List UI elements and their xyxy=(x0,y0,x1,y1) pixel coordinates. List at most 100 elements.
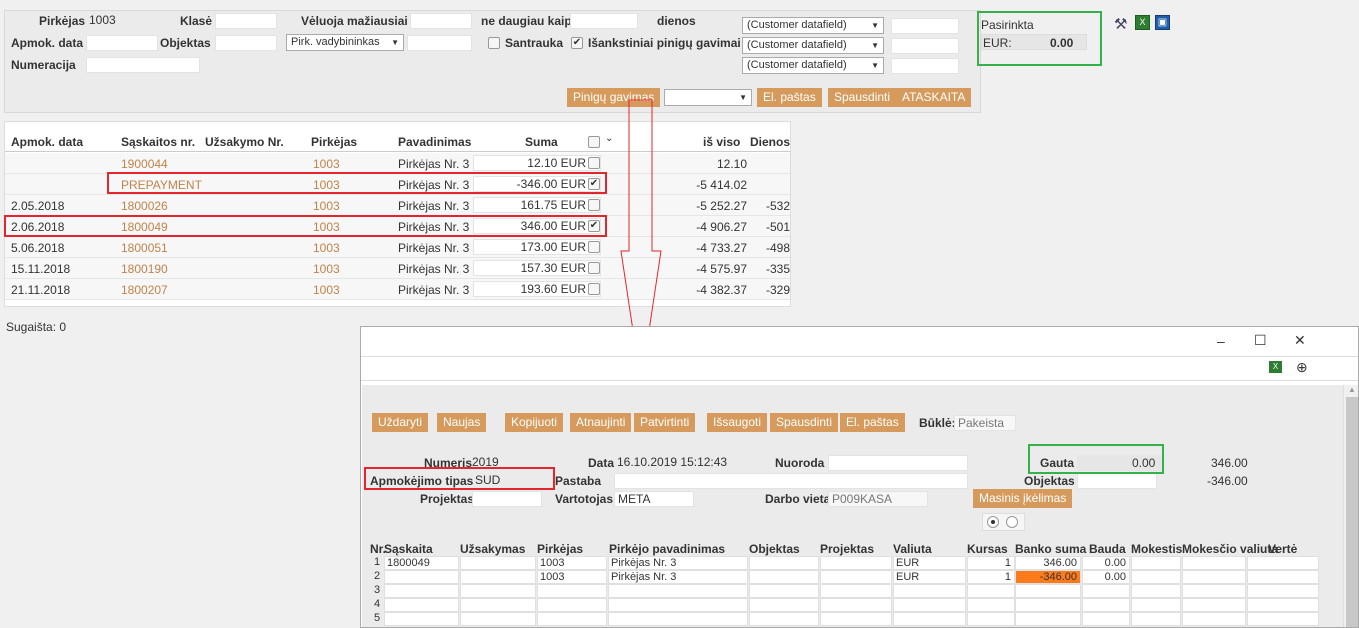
cell-saskaita[interactable] xyxy=(384,570,459,584)
patvirtinti-button[interactable]: Patvirtinti xyxy=(634,413,696,432)
vadyb-select[interactable]: Pirk. vadybininkas ▼ xyxy=(286,34,404,51)
header-uzsakymo[interactable]: Užsakymo Nr. xyxy=(205,135,284,149)
row-invoice-link[interactable]: 1800207 xyxy=(121,283,168,297)
header-apmok-data[interactable]: Apmok. data xyxy=(11,135,83,149)
cell-objektas[interactable] xyxy=(749,598,819,612)
nuoroda-input[interactable] xyxy=(828,455,968,471)
cell-objektas[interactable] xyxy=(749,612,819,626)
cell-valiuta[interactable]: EUR xyxy=(893,570,966,584)
apmok-data-input[interactable] xyxy=(86,35,158,51)
customer-datafield-input-2[interactable] xyxy=(891,38,959,54)
header-suma[interactable]: Suma xyxy=(525,135,558,149)
cell-kursas[interactable]: 1 xyxy=(967,570,1015,584)
cell-banko-suma[interactable]: -346.00 xyxy=(1015,570,1081,584)
numeracija-input[interactable] xyxy=(86,57,200,73)
cell-objektas[interactable] xyxy=(749,556,819,570)
cell-saskaita[interactable] xyxy=(384,612,459,626)
cell-saskaita[interactable] xyxy=(384,584,459,598)
cell-mokestis[interactable] xyxy=(1131,598,1181,612)
cell-valiuta[interactable]: EUR xyxy=(893,556,966,570)
header-saskaitos[interactable]: Sąskaitos nr. xyxy=(121,135,195,149)
row-buyer-link[interactable]: 1003 xyxy=(313,283,340,297)
excel-icon[interactable]: X xyxy=(1135,15,1150,30)
table-row[interactable]: 1 1800049 1003 Pirkėjas Nr. 3 EUR 1 346.00 0.00 xyxy=(362,556,1322,570)
cell-saskaita[interactable] xyxy=(384,598,459,612)
wrench-icon[interactable]: ⚒ xyxy=(1114,15,1127,33)
cell-pirkejas[interactable] xyxy=(537,612,607,626)
issaugoti-button[interactable]: Išsaugoti xyxy=(707,413,768,432)
cell-mokestis[interactable] xyxy=(1131,584,1181,598)
radio-2[interactable] xyxy=(1006,516,1018,528)
cell-uzsakymas[interactable] xyxy=(460,612,536,626)
scrollbar-thumb[interactable] xyxy=(1346,397,1358,627)
scrollbar[interactable]: ▲ xyxy=(1343,385,1358,627)
cell-banko-suma[interactable] xyxy=(1015,584,1081,598)
table-row[interactable]: 15.11.2018 1800190 1003 Pirkėjas Nr. 3 157.3… xyxy=(5,258,790,279)
header-dienos[interactable]: Dienos xyxy=(750,135,790,149)
select-all-checkbox[interactable] xyxy=(588,136,600,148)
row-invoice-link[interactable]: 1800190 xyxy=(121,262,168,276)
table-row[interactable]: 5 xyxy=(362,612,1322,626)
cell-uzsakymas[interactable] xyxy=(460,556,536,570)
cell-objektas[interactable] xyxy=(749,570,819,584)
close-icon[interactable]: ✕ xyxy=(1294,332,1306,349)
cell-valiuta[interactable] xyxy=(893,584,966,598)
cell-bauda[interactable]: 0.00 xyxy=(1082,570,1130,584)
cell-verte[interactable] xyxy=(1247,556,1319,570)
cell-mokestis[interactable] xyxy=(1131,570,1181,584)
row-buyer-link[interactable]: 1003 xyxy=(313,157,340,171)
data-value[interactable]: 16.10.2019 15:12:43 xyxy=(614,455,744,471)
save-icon[interactable]: ▣ xyxy=(1155,15,1170,30)
spausdinti-button[interactable]: Spausdinti xyxy=(770,413,839,432)
cell-pirkejo-pav[interactable] xyxy=(608,584,748,598)
cell-verte[interactable] xyxy=(1247,612,1319,626)
cell-pirkejas[interactable]: 1003 xyxy=(537,556,607,570)
masinis-ikelimas-button[interactable]: Masinis įkėlimas xyxy=(973,489,1073,508)
pirkejas-input[interactable]: 1003 xyxy=(86,13,158,29)
vadyb-input[interactable] xyxy=(407,35,472,51)
el-pastas-button[interactable]: El. paštas xyxy=(840,413,905,432)
vartotojas-value[interactable]: META xyxy=(614,491,694,507)
minimize-icon[interactable]: – xyxy=(1217,333,1225,349)
cell-projektas[interactable] xyxy=(820,612,892,626)
santrauka-checkbox[interactable] xyxy=(488,37,500,49)
row-checkbox[interactable] xyxy=(588,262,600,274)
cell-banko-suma[interactable]: 346.00 xyxy=(1015,556,1081,570)
cell-uzsakymas[interactable] xyxy=(460,584,536,598)
row-invoice-link[interactable]: 1800026 xyxy=(121,199,168,213)
table-row[interactable]: 5.06.2018 1800051 1003 Pirkėjas Nr. 3 173.00… xyxy=(5,237,790,258)
cell-objektas[interactable] xyxy=(749,584,819,598)
cell-banko-suma[interactable] xyxy=(1015,598,1081,612)
atnaujinti-button[interactable]: Atnaujinti xyxy=(570,413,632,432)
header-pirkejas[interactable]: Pirkėjas xyxy=(311,135,357,149)
cell-mok-valiuta[interactable] xyxy=(1182,556,1246,570)
chevron-down-icon[interactable]: ⌄ xyxy=(605,133,613,144)
cell-saskaita[interactable]: 1800049 xyxy=(384,556,459,570)
table-row[interactable]: 2 1003 Pirkėjas Nr. 3 EUR 1 -346.00 0.00 xyxy=(362,570,1322,584)
el-pastas-button[interactable]: El. paštas xyxy=(757,88,822,107)
cell-pirkejas[interactable] xyxy=(537,598,607,612)
cell-projektas[interactable] xyxy=(820,556,892,570)
cell-mokestis[interactable] xyxy=(1131,556,1181,570)
ne-daugiau-input[interactable] xyxy=(570,13,638,29)
row-invoice-link[interactable]: 1800051 xyxy=(121,241,168,255)
row-checkbox[interactable] xyxy=(588,199,600,211)
excel-icon[interactable]: X xyxy=(1269,361,1282,373)
objektas-input[interactable] xyxy=(1077,473,1157,489)
cell-pirkejo-pav[interactable]: Pirkėjas Nr. 3 xyxy=(608,556,748,570)
cell-banko-suma[interactable] xyxy=(1015,612,1081,626)
customer-datafield-select-3[interactable]: (Customer datafield) ▼ xyxy=(742,57,884,74)
isankstiniai-checkbox[interactable]: ✔ xyxy=(571,37,583,49)
cell-pirkejo-pav[interactable] xyxy=(608,612,748,626)
customer-datafield-select-1[interactable]: (Customer datafield) ▼ xyxy=(742,17,884,34)
zoom-icon[interactable]: ⊕ xyxy=(1296,359,1308,376)
cell-pirkejas[interactable] xyxy=(537,584,607,598)
cell-mok-valiuta[interactable] xyxy=(1182,584,1246,598)
cell-pirkejo-pav[interactable] xyxy=(608,598,748,612)
cell-mok-valiuta[interactable] xyxy=(1182,570,1246,584)
spausdinti-button[interactable]: Spausdinti xyxy=(828,88,897,107)
cell-pirkejo-pav[interactable]: Pirkėjas Nr. 3 xyxy=(608,570,748,584)
table-row[interactable]: 2.05.2018 1800026 1003 Pirkėjas Nr. 3 161.75… xyxy=(5,195,790,216)
naujas-button[interactable]: Naujas xyxy=(437,413,487,432)
cell-uzsakymas[interactable] xyxy=(460,570,536,584)
